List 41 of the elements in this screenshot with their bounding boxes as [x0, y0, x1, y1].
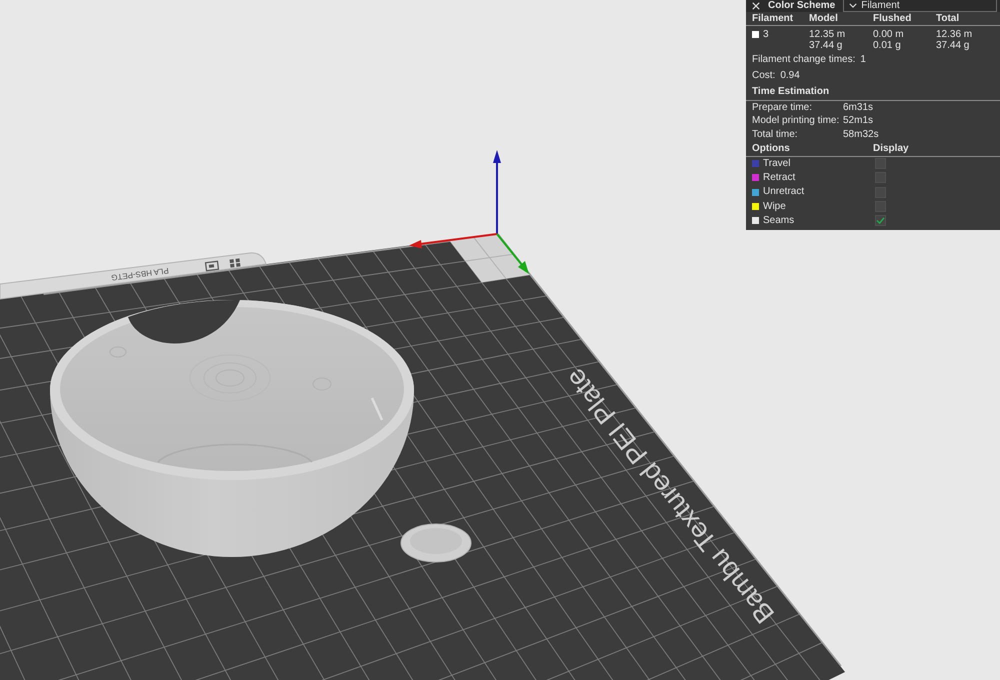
option-label: Unretract — [763, 186, 804, 198]
y-axis-arrow — [496, 233, 529, 274]
change-times-value: 1 — [860, 54, 866, 66]
table-cell-text: 12.36 m — [936, 29, 974, 40]
frame-icon — [204, 260, 220, 272]
table-cell-text: 12.35 m — [809, 29, 846, 40]
disc-model — [400, 524, 472, 562]
option-label: Travel — [763, 158, 790, 170]
table-cell-text: 37.44 g — [936, 40, 970, 51]
option-label: Seams — [763, 214, 794, 227]
table-cell-text: 0.00 m — [873, 29, 905, 40]
squares-icon — [230, 258, 240, 268]
section-title: Time Estimation — [746, 83, 1000, 101]
column-header: Options — [752, 142, 791, 154]
filament-id-text: 3 — [763, 29, 769, 41]
column-header: Total — [936, 12, 960, 24]
column-header: Filament — [752, 12, 794, 24]
color-scheme-label: Color Scheme — [768, 0, 836, 12]
option-label: Wipe — [763, 200, 786, 213]
time-value: 6m31s — [843, 102, 874, 114]
cost-label: Cost: — [752, 70, 776, 82]
column-header: Display — [873, 142, 910, 154]
cost-value: 0.94 — [780, 70, 800, 82]
time-value: 58m32s — [843, 128, 880, 141]
close-icon[interactable] — [752, 2, 760, 10]
column-header: Model — [809, 12, 839, 24]
time-label: Model printing time: — [752, 115, 840, 128]
table-cell-text: 0.01 g — [873, 40, 902, 51]
option-label: Retract — [763, 172, 796, 184]
time-label: Prepare time: — [752, 102, 814, 114]
chevron-icon — [849, 3, 858, 8]
display-checkbox[interactable] — [875, 215, 886, 226]
change-times-label: Filament change times: — [752, 54, 856, 66]
checkmark-icon — [876, 217, 885, 224]
scheme-dropdown[interactable]: Filament — [843, 0, 997, 12]
plate-label-text: PLA HBS-PETG — [110, 266, 170, 282]
column-header: Flushed — [873, 12, 912, 24]
time-label: Total time: — [752, 128, 799, 141]
display-checkbox[interactable] — [875, 158, 886, 170]
table-cell-text: 37.44 g — [809, 40, 844, 51]
time-value: 52m1s — [843, 115, 874, 128]
